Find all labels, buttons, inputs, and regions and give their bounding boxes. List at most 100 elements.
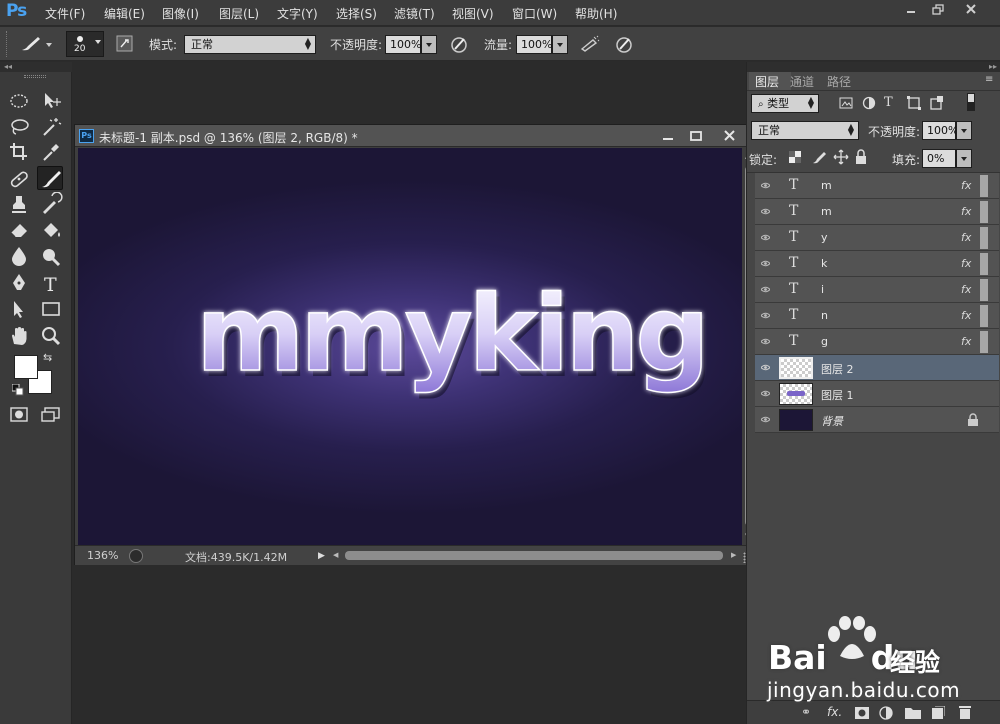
panel-collapse-icon[interactable]: ▸▸ bbox=[747, 62, 1000, 72]
layer-row[interactable]: 背景 bbox=[755, 407, 999, 433]
filter-pixel-icon[interactable] bbox=[839, 96, 853, 110]
move-tool-icon[interactable] bbox=[38, 89, 64, 113]
zoom-level[interactable]: 136% bbox=[87, 549, 118, 562]
marquee-tool-icon[interactable] bbox=[6, 89, 32, 113]
blur-tool-icon[interactable] bbox=[6, 244, 32, 268]
layer-name[interactable]: g bbox=[821, 335, 828, 348]
layer-row[interactable]: T i fx bbox=[755, 277, 999, 303]
lock-pixels-icon[interactable] bbox=[811, 149, 827, 165]
brush-panel-toggle-icon[interactable] bbox=[116, 35, 134, 53]
lock-all-icon[interactable] bbox=[854, 149, 868, 165]
fx-icon[interactable]: fx bbox=[961, 309, 971, 322]
layer-name[interactable]: k bbox=[821, 257, 827, 270]
layer-name[interactable]: y bbox=[821, 231, 828, 244]
layer-name[interactable]: 图层 2 bbox=[821, 361, 854, 377]
fx-icon[interactable]: fx bbox=[961, 205, 971, 218]
rectangle-tool-icon[interactable] bbox=[38, 297, 64, 321]
expand-effects-toggle[interactable] bbox=[980, 227, 988, 249]
layer-row[interactable]: 图层 1 bbox=[755, 381, 999, 407]
crop-tool-icon[interactable] bbox=[6, 140, 32, 164]
scroll-left-icon[interactable]: ◀ bbox=[333, 551, 338, 559]
menu-edit[interactable]: 编辑(E) bbox=[104, 5, 145, 22]
expand-effects-toggle[interactable] bbox=[980, 279, 988, 301]
brush-size-picker[interactable]: 20 bbox=[66, 31, 104, 57]
filter-smart-object-icon[interactable] bbox=[930, 96, 944, 110]
expand-effects-toggle[interactable] bbox=[980, 331, 988, 353]
brush-preset-icon[interactable] bbox=[18, 34, 52, 54]
doc-maximize-button[interactable] bbox=[685, 128, 707, 144]
type-tool-icon[interactable]: T bbox=[38, 271, 64, 295]
document-title-bar[interactable]: Ps 未标题-1 副本.psd @ 136% (图层 2, RGB/8) * bbox=[75, 125, 757, 147]
menu-help[interactable]: 帮助(H) bbox=[575, 5, 617, 22]
layer-opacity-dropdown[interactable] bbox=[956, 121, 972, 140]
layer-row[interactable]: T k fx bbox=[755, 251, 999, 277]
filter-toggle-switch[interactable] bbox=[967, 93, 975, 111]
filter-adjustment-icon[interactable] bbox=[862, 96, 876, 110]
fill-input[interactable]: 0% bbox=[922, 149, 956, 168]
foreground-color-swatch[interactable] bbox=[14, 355, 38, 379]
clone-stamp-tool-icon[interactable] bbox=[6, 192, 32, 216]
magic-wand-tool-icon[interactable] bbox=[38, 115, 64, 139]
lock-position-icon[interactable] bbox=[833, 149, 849, 165]
layer-opacity-input[interactable]: 100% bbox=[922, 121, 958, 140]
layer-name[interactable]: 背景 bbox=[821, 413, 843, 429]
pen-tool-icon[interactable] bbox=[6, 271, 32, 295]
status-menu-arrow-icon[interactable]: ▶ bbox=[318, 551, 325, 561]
layer-row[interactable]: T y fx bbox=[755, 225, 999, 251]
zoom-tool-icon[interactable] bbox=[38, 324, 64, 348]
scroll-right-icon[interactable]: ▶ bbox=[731, 551, 736, 559]
opacity-input[interactable]: 100% bbox=[385, 35, 421, 54]
fx-icon[interactable]: fx bbox=[961, 283, 971, 296]
fill-dropdown[interactable] bbox=[956, 149, 972, 168]
airbrush-icon[interactable] bbox=[579, 34, 601, 54]
blend-mode-select[interactable]: 正常 ▲ ▼ bbox=[751, 121, 859, 140]
tab-layers[interactable]: 图层 bbox=[755, 73, 779, 90]
layer-name[interactable]: m bbox=[821, 205, 832, 218]
fx-icon[interactable]: fx bbox=[961, 179, 971, 192]
paint-bucket-tool-icon[interactable] bbox=[38, 218, 64, 242]
layer-row[interactable]: T g fx bbox=[755, 329, 999, 355]
app-restore-button[interactable] bbox=[926, 2, 952, 18]
healing-brush-tool-icon[interactable] bbox=[6, 167, 32, 191]
filter-shape-icon[interactable] bbox=[907, 96, 921, 110]
dodge-tool-icon[interactable] bbox=[38, 244, 64, 268]
layer-name[interactable]: 图层 1 bbox=[821, 387, 854, 403]
menu-layer[interactable]: 图层(L) bbox=[219, 5, 259, 22]
layer-row-selected[interactable]: 图层 2 bbox=[755, 355, 999, 381]
expand-effects-toggle[interactable] bbox=[980, 201, 988, 223]
default-colors-icon[interactable] bbox=[12, 384, 24, 396]
screen-mode-icon[interactable] bbox=[40, 406, 62, 424]
lasso-tool-icon[interactable] bbox=[6, 115, 32, 139]
swap-colors-icon[interactable]: ⇆ bbox=[43, 351, 52, 364]
panel-menu-icon[interactable]: ≡ bbox=[985, 74, 993, 85]
history-brush-tool-icon[interactable] bbox=[38, 192, 64, 216]
hand-tool-icon[interactable] bbox=[6, 324, 32, 348]
fx-icon[interactable]: fx bbox=[961, 231, 971, 244]
brush-tool-icon[interactable] bbox=[37, 166, 63, 190]
mode-select[interactable]: 正常 ▲ ▼ bbox=[184, 35, 316, 54]
horizontal-scroll-thumb[interactable] bbox=[345, 551, 723, 560]
path-selection-tool-icon[interactable] bbox=[6, 297, 32, 321]
layer-filter-select[interactable]: ⌕ 类型 ▲ ▼ bbox=[751, 94, 819, 113]
status-info-icon[interactable] bbox=[129, 549, 143, 563]
flow-dropdown-button[interactable] bbox=[552, 35, 568, 54]
menu-image[interactable]: 图像(I) bbox=[162, 5, 199, 22]
layer-row[interactable]: T n fx bbox=[755, 303, 999, 329]
tab-channels[interactable]: 通道 bbox=[790, 73, 814, 90]
tools-collapse-icon[interactable]: ◂◂ bbox=[0, 62, 72, 72]
quick-mask-icon[interactable] bbox=[10, 407, 28, 423]
opacity-dropdown-button[interactable] bbox=[421, 35, 437, 54]
flow-input[interactable]: 100% bbox=[516, 35, 552, 54]
layer-row[interactable]: T m fx bbox=[755, 173, 999, 199]
menu-filter[interactable]: 滤镜(T) bbox=[394, 5, 435, 22]
app-close-button[interactable] bbox=[958, 2, 984, 18]
pressure-opacity-icon[interactable] bbox=[449, 34, 469, 54]
fx-icon[interactable]: fx bbox=[961, 257, 971, 270]
layer-row[interactable]: T m fx bbox=[755, 199, 999, 225]
doc-close-button[interactable] bbox=[719, 128, 741, 144]
tab-paths[interactable]: 路径 bbox=[827, 73, 851, 90]
lock-transparent-icon[interactable] bbox=[789, 151, 801, 163]
menu-type[interactable]: 文字(Y) bbox=[277, 5, 318, 22]
menu-view[interactable]: 视图(V) bbox=[452, 5, 494, 22]
doc-minimize-button[interactable] bbox=[657, 128, 679, 144]
